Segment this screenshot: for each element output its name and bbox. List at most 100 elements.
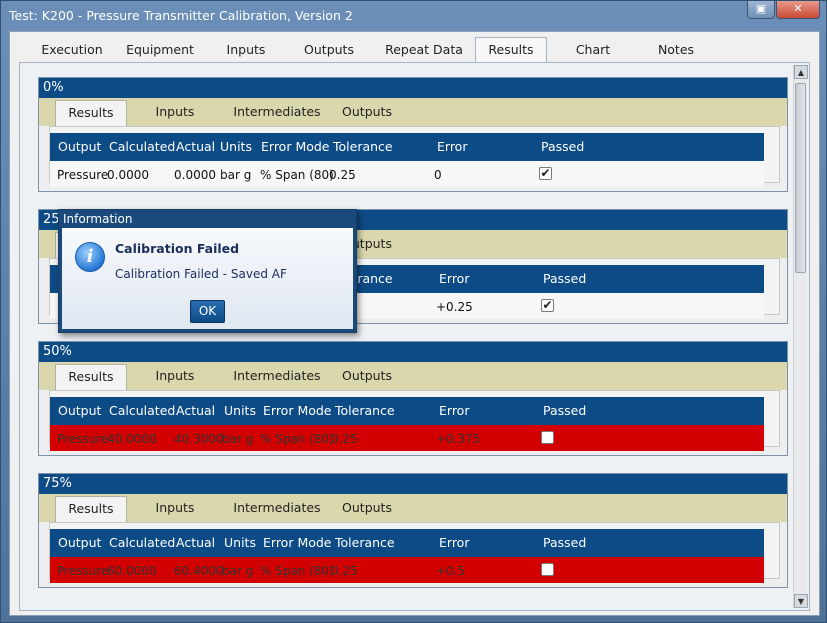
- col-output: Output: [58, 535, 102, 550]
- vertical-scrollbar[interactable]: ▲ ▼: [793, 65, 808, 608]
- cell-output: Pressure: [57, 168, 109, 182]
- cell-error-mode: % Span (80): [260, 168, 334, 182]
- tab-equipment[interactable]: Equipment: [118, 40, 202, 62]
- subtab-intermediates[interactable]: Intermediates: [225, 368, 329, 383]
- col-actual: Actual: [176, 535, 216, 550]
- scroll-thumb[interactable]: [795, 83, 806, 273]
- scroll-down-icon[interactable]: ▼: [794, 594, 808, 608]
- col-calculated: Calculated: [109, 535, 176, 550]
- col-error-mode: Error Mode: [261, 139, 330, 154]
- info-icon: i: [75, 242, 105, 272]
- scroll-up-icon[interactable]: ▲: [794, 65, 808, 79]
- col-passed: Passed: [543, 535, 587, 550]
- sub-tabs: Results Inputs Intermediates Outputs: [39, 362, 787, 391]
- panel-title: 0%: [39, 78, 787, 98]
- col-error: Error: [437, 139, 468, 154]
- col-tolerance: Tolerance: [335, 403, 395, 418]
- passed-checkbox[interactable]: ✔: [541, 299, 554, 312]
- cell-output: Pressure: [57, 432, 109, 446]
- results-grid: Output Calculated Actual Units Error Mod…: [49, 390, 780, 451]
- tab-results[interactable]: Results: [475, 37, 547, 63]
- results-content: 0% Results Inputs Intermediates Outputs …: [19, 62, 810, 611]
- cell-actual: 40.3000: [174, 432, 224, 446]
- col-error: Error: [439, 271, 470, 286]
- result-panel-0: 0% Results Inputs Intermediates Outputs …: [38, 77, 788, 192]
- window-title: Test: K200 - Pressure Transmitter Calibr…: [9, 8, 353, 23]
- grid-header: Output Calculated Actual Units Error Mod…: [50, 397, 764, 425]
- ok-button[interactable]: OK: [190, 300, 225, 323]
- col-units: Units: [220, 139, 252, 154]
- cell-calculated: 0.0000: [107, 168, 149, 182]
- cell-output: Pressure: [57, 564, 109, 578]
- result-panel-50: 50% Results Inputs Intermediates Outputs…: [38, 341, 788, 456]
- cell-units: bar g: [220, 168, 252, 182]
- cell-calculated: 40.0000: [107, 432, 157, 446]
- col-passed: Passed: [543, 403, 587, 418]
- col-output: Output: [58, 139, 102, 154]
- subtab-outputs[interactable]: Outputs: [335, 500, 399, 515]
- cell-units: bar g: [222, 432, 254, 446]
- col-error-mode: Error Mode: [263, 535, 332, 550]
- cell-error: 0: [434, 168, 442, 182]
- table-row[interactable]: Pressure 60.0000 60.4000 bar g % Span (8…: [50, 557, 764, 583]
- table-row[interactable]: Pressure 0.0000 0.0000 bar g % Span (80)…: [50, 161, 764, 187]
- col-units: Units: [224, 403, 256, 418]
- passed-checkbox[interactable]: ✔: [539, 167, 552, 180]
- cell-tolerance: 0.25: [329, 168, 356, 182]
- subtab-results[interactable]: Results: [55, 100, 127, 127]
- tab-execution[interactable]: Execution: [32, 40, 112, 62]
- passed-checkbox[interactable]: [541, 431, 554, 444]
- dialog-body: i Calibration Failed Calibration Failed …: [62, 228, 353, 329]
- col-output: Output: [58, 403, 102, 418]
- information-dialog: Information i Calibration Failed Calibra…: [58, 209, 357, 333]
- cell-units: bar g: [222, 564, 254, 578]
- col-actual: Actual: [176, 139, 216, 154]
- cell-calculated: 60.0000: [107, 564, 157, 578]
- subtab-outputs[interactable]: Outputs: [335, 104, 399, 119]
- sub-tabs: Results Inputs Intermediates Outputs: [39, 98, 787, 127]
- tab-inputs[interactable]: Inputs: [214, 40, 278, 62]
- col-error-mode: Error Mode: [263, 403, 332, 418]
- app-window: Test: K200 - Pressure Transmitter Calibr…: [0, 0, 827, 623]
- cell-error-mode: % Span (80): [260, 432, 334, 446]
- subtab-inputs[interactable]: Inputs: [145, 368, 205, 383]
- subtab-inputs[interactable]: Inputs: [145, 500, 205, 515]
- table-row[interactable]: Pressure 40.0000 40.3000 bar g % Span (8…: [50, 425, 764, 451]
- tab-notes[interactable]: Notes: [644, 40, 708, 62]
- dialog-heading: Calibration Failed: [115, 241, 240, 256]
- cell-error: +0.5: [436, 564, 466, 578]
- grid-header: Output Calculated Actual Units Error Mod…: [50, 529, 764, 557]
- dialog-title: Information: [59, 210, 356, 228]
- cell-error: +0.25: [436, 300, 473, 314]
- col-tolerance: Tolerance: [333, 139, 393, 154]
- cell-actual: 0.0000: [174, 168, 216, 182]
- tab-outputs[interactable]: Outputs: [294, 40, 364, 62]
- close-button[interactable]: ✕: [776, 1, 820, 19]
- cell-actual: 60.4000: [174, 564, 224, 578]
- cell-error: +0.375: [436, 432, 481, 446]
- col-calculated: Calculated: [109, 403, 176, 418]
- subtab-results[interactable]: Results: [55, 364, 127, 391]
- subtab-inputs[interactable]: Inputs: [145, 104, 205, 119]
- cell-error-mode: % Span (80): [260, 564, 334, 578]
- main-tabs: Execution Equipment Inputs Outputs Repea…: [10, 37, 819, 63]
- result-panel-75: 75% Results Inputs Intermediates Outputs…: [38, 473, 788, 588]
- subtab-outputs[interactable]: Outputs: [335, 368, 399, 383]
- tab-repeat-data[interactable]: Repeat Data: [376, 40, 472, 62]
- maximize-button[interactable]: ▣: [747, 1, 775, 19]
- cell-tolerance: 0.25: [331, 432, 358, 446]
- cell-tolerance: 0.25: [331, 564, 358, 578]
- col-calculated: Calculated: [109, 139, 176, 154]
- tab-chart[interactable]: Chart: [563, 40, 623, 62]
- sub-tabs: Results Inputs Intermediates Outputs: [39, 494, 787, 523]
- col-error: Error: [439, 535, 470, 550]
- subtab-intermediates[interactable]: Intermediates: [225, 500, 329, 515]
- dialog-message: Calibration Failed - Saved AF: [115, 267, 287, 281]
- passed-checkbox[interactable]: [541, 563, 554, 576]
- subtab-results[interactable]: Results: [55, 496, 127, 523]
- col-passed: Passed: [543, 271, 587, 286]
- results-grid: Output Calculated Actual Units Error Mod…: [49, 522, 780, 583]
- col-error: Error: [439, 403, 470, 418]
- col-units: Units: [224, 535, 256, 550]
- subtab-intermediates[interactable]: Intermediates: [225, 104, 329, 119]
